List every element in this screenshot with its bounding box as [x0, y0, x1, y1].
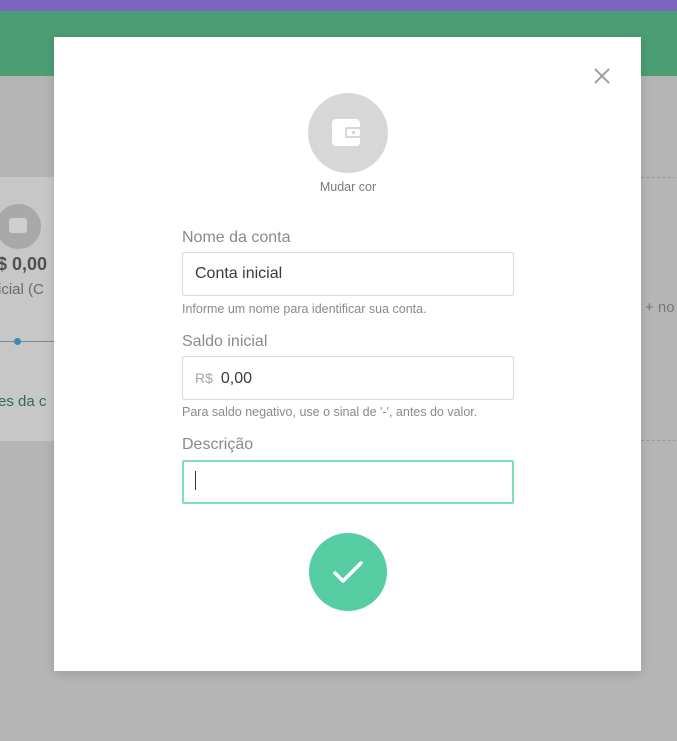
description-label: Descrição [182, 436, 254, 453]
new-account-label: + no [645, 299, 675, 316]
wallet-icon [332, 119, 364, 146]
account-color-picker[interactable] [308, 93, 388, 173]
text-cursor [195, 470, 196, 490]
currency-prefix: R$ [195, 370, 213, 386]
initial-balance-input[interactable]: R$ 0,00 [182, 356, 514, 400]
confirm-button[interactable] [309, 533, 387, 611]
initial-balance-label: Saldo inicial [182, 333, 268, 350]
change-color-link[interactable]: Mudar cor [288, 180, 408, 194]
account-progress-line [0, 341, 60, 342]
account-progress-dot [14, 338, 21, 345]
top-bar [0, 0, 677, 11]
account-name-hint: Informe um nome para identificar sua con… [182, 302, 427, 316]
initial-balance-value: 0,00 [220, 370, 253, 387]
description-input[interactable] [182, 460, 514, 504]
close-icon[interactable] [591, 65, 613, 87]
account-details-link: es da c [0, 393, 47, 410]
initial-balance-hint: Para saldo negativo, use o sinal de '-',… [182, 405, 478, 419]
new-account-modal: Mudar cor Nome da conta Conta inicial In… [54, 37, 641, 671]
account-name-input[interactable]: Conta inicial [182, 252, 514, 296]
account-name-label: Nome da conta [182, 229, 291, 246]
account-balance: $ 0,00 [0, 254, 48, 274]
account-name-value: Conta inicial [195, 265, 283, 282]
check-icon [333, 561, 363, 583]
account-subtitle: icial (C [0, 281, 44, 298]
